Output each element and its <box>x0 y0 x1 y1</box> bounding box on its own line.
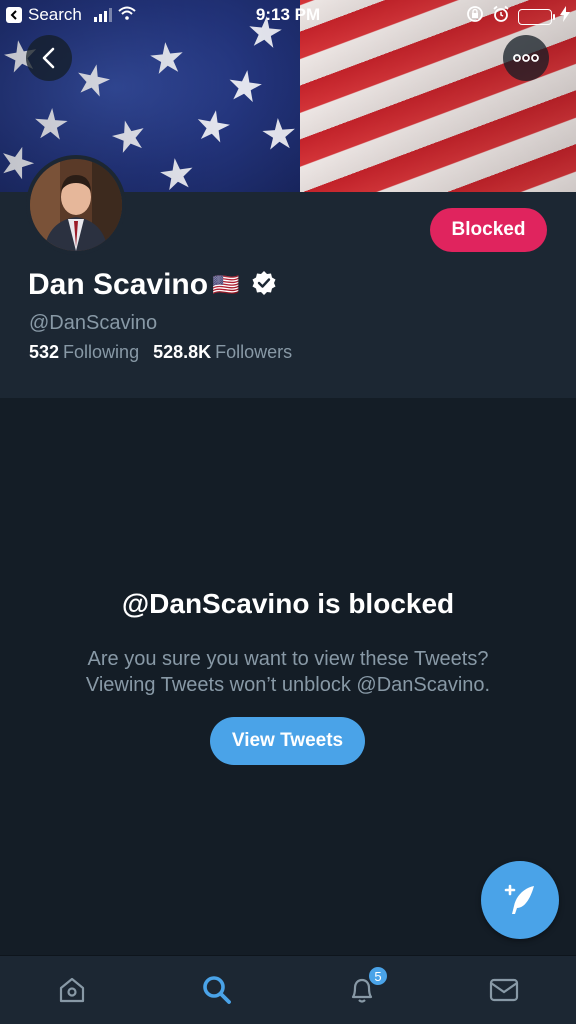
profile-stats: 532 Following 528.8K Followers <box>29 342 292 363</box>
notifications-badge: 5 <box>367 965 389 987</box>
profile-name-row: Dan Scavino 🇺🇸 <box>28 268 277 302</box>
compose-tweet-button[interactable] <box>481 861 559 939</box>
tab-home[interactable] <box>52 970 92 1010</box>
more-dots-icon <box>513 54 539 62</box>
search-icon <box>203 976 231 1004</box>
followers-count: 528.8K <box>153 342 212 362</box>
tab-search[interactable] <box>197 970 237 1010</box>
blocked-description: Are you sure you want to view these Twee… <box>40 646 536 698</box>
us-flag-emoji: 🇺🇸 <box>212 272 240 297</box>
compose-feather-icon <box>504 884 534 914</box>
status-bar: Search 9:13 PM <box>0 0 576 30</box>
profile-name: Dan Scavino <box>28 268 209 301</box>
following-label: Following <box>63 342 140 362</box>
following-count: 532 <box>29 342 60 362</box>
profile-handle: @DanScavino <box>29 312 158 334</box>
view-tweets-button[interactable]: View Tweets <box>210 717 365 765</box>
following-stat[interactable]: 532 Following <box>29 342 139 363</box>
blocked-description-line-1: Are you sure you want to view these Twee… <box>87 648 489 670</box>
avatar[interactable] <box>26 155 126 255</box>
verified-badge-icon <box>251 270 277 301</box>
home-icon <box>59 977 85 1003</box>
followers-label: Followers <box>215 342 293 362</box>
battery-icon <box>518 8 555 25</box>
avatar-photo <box>30 159 122 251</box>
tab-messages[interactable] <box>484 970 524 1010</box>
more-options-button[interactable] <box>503 35 549 81</box>
alarm-icon <box>492 5 510 28</box>
bottom-tab-bar <box>0 955 576 1024</box>
charging-icon <box>560 6 570 27</box>
mail-icon <box>489 978 519 1002</box>
status-bar-right <box>466 5 570 28</box>
rotation-lock-icon <box>466 5 484 28</box>
followers-stat[interactable]: 528.8K Followers <box>153 342 292 363</box>
chevron-left-icon <box>42 47 55 69</box>
blocked-button[interactable]: Blocked <box>430 208 547 252</box>
back-button[interactable] <box>26 35 72 81</box>
blocked-description-line-2: Viewing Tweets won’t unblock @DanScavino… <box>85 674 491 696</box>
blocked-title: @DanScavino is blocked <box>121 588 455 619</box>
